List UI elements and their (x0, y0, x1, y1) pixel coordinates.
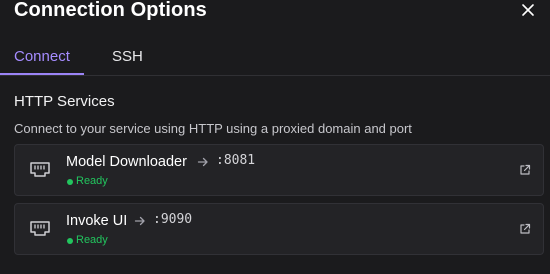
ethernet-icon (29, 161, 51, 179)
status-indicator (67, 238, 73, 244)
external-link-icon[interactable] (519, 164, 531, 176)
dialog-title: Connection Options (14, 0, 207, 21)
tab-ssh[interactable]: SSH (112, 48, 143, 65)
ethernet-icon (29, 220, 51, 238)
section-title: HTTP Services (14, 93, 115, 110)
service-name: Invoke UI (66, 213, 128, 229)
service-port: :8081 (216, 153, 256, 168)
status-indicator (67, 179, 73, 185)
active-tab-indicator (0, 73, 84, 75)
close-icon (520, 2, 536, 18)
connection-options-dialog: Connection Options Connect SSH HTTP Serv… (0, 0, 550, 274)
section-description: Connect to your service using HTTP using… (14, 121, 412, 136)
tab-bar: Connect SSH (0, 40, 550, 76)
service-card-model-downloader[interactable]: Model Downloader :8081 Ready (14, 144, 544, 196)
status-text: Ready (76, 234, 108, 246)
status-text: Ready (76, 175, 108, 187)
arrow-right-icon (197, 156, 209, 168)
external-link-icon[interactable] (519, 223, 531, 235)
service-port: :9090 (153, 212, 193, 227)
arrow-right-icon (134, 215, 146, 227)
service-name: Model Downloader (66, 154, 187, 170)
service-card-invoke-ui[interactable]: Invoke UI :9090 Ready (14, 203, 544, 255)
close-button[interactable] (520, 2, 536, 18)
tab-connect[interactable]: Connect (14, 48, 70, 65)
